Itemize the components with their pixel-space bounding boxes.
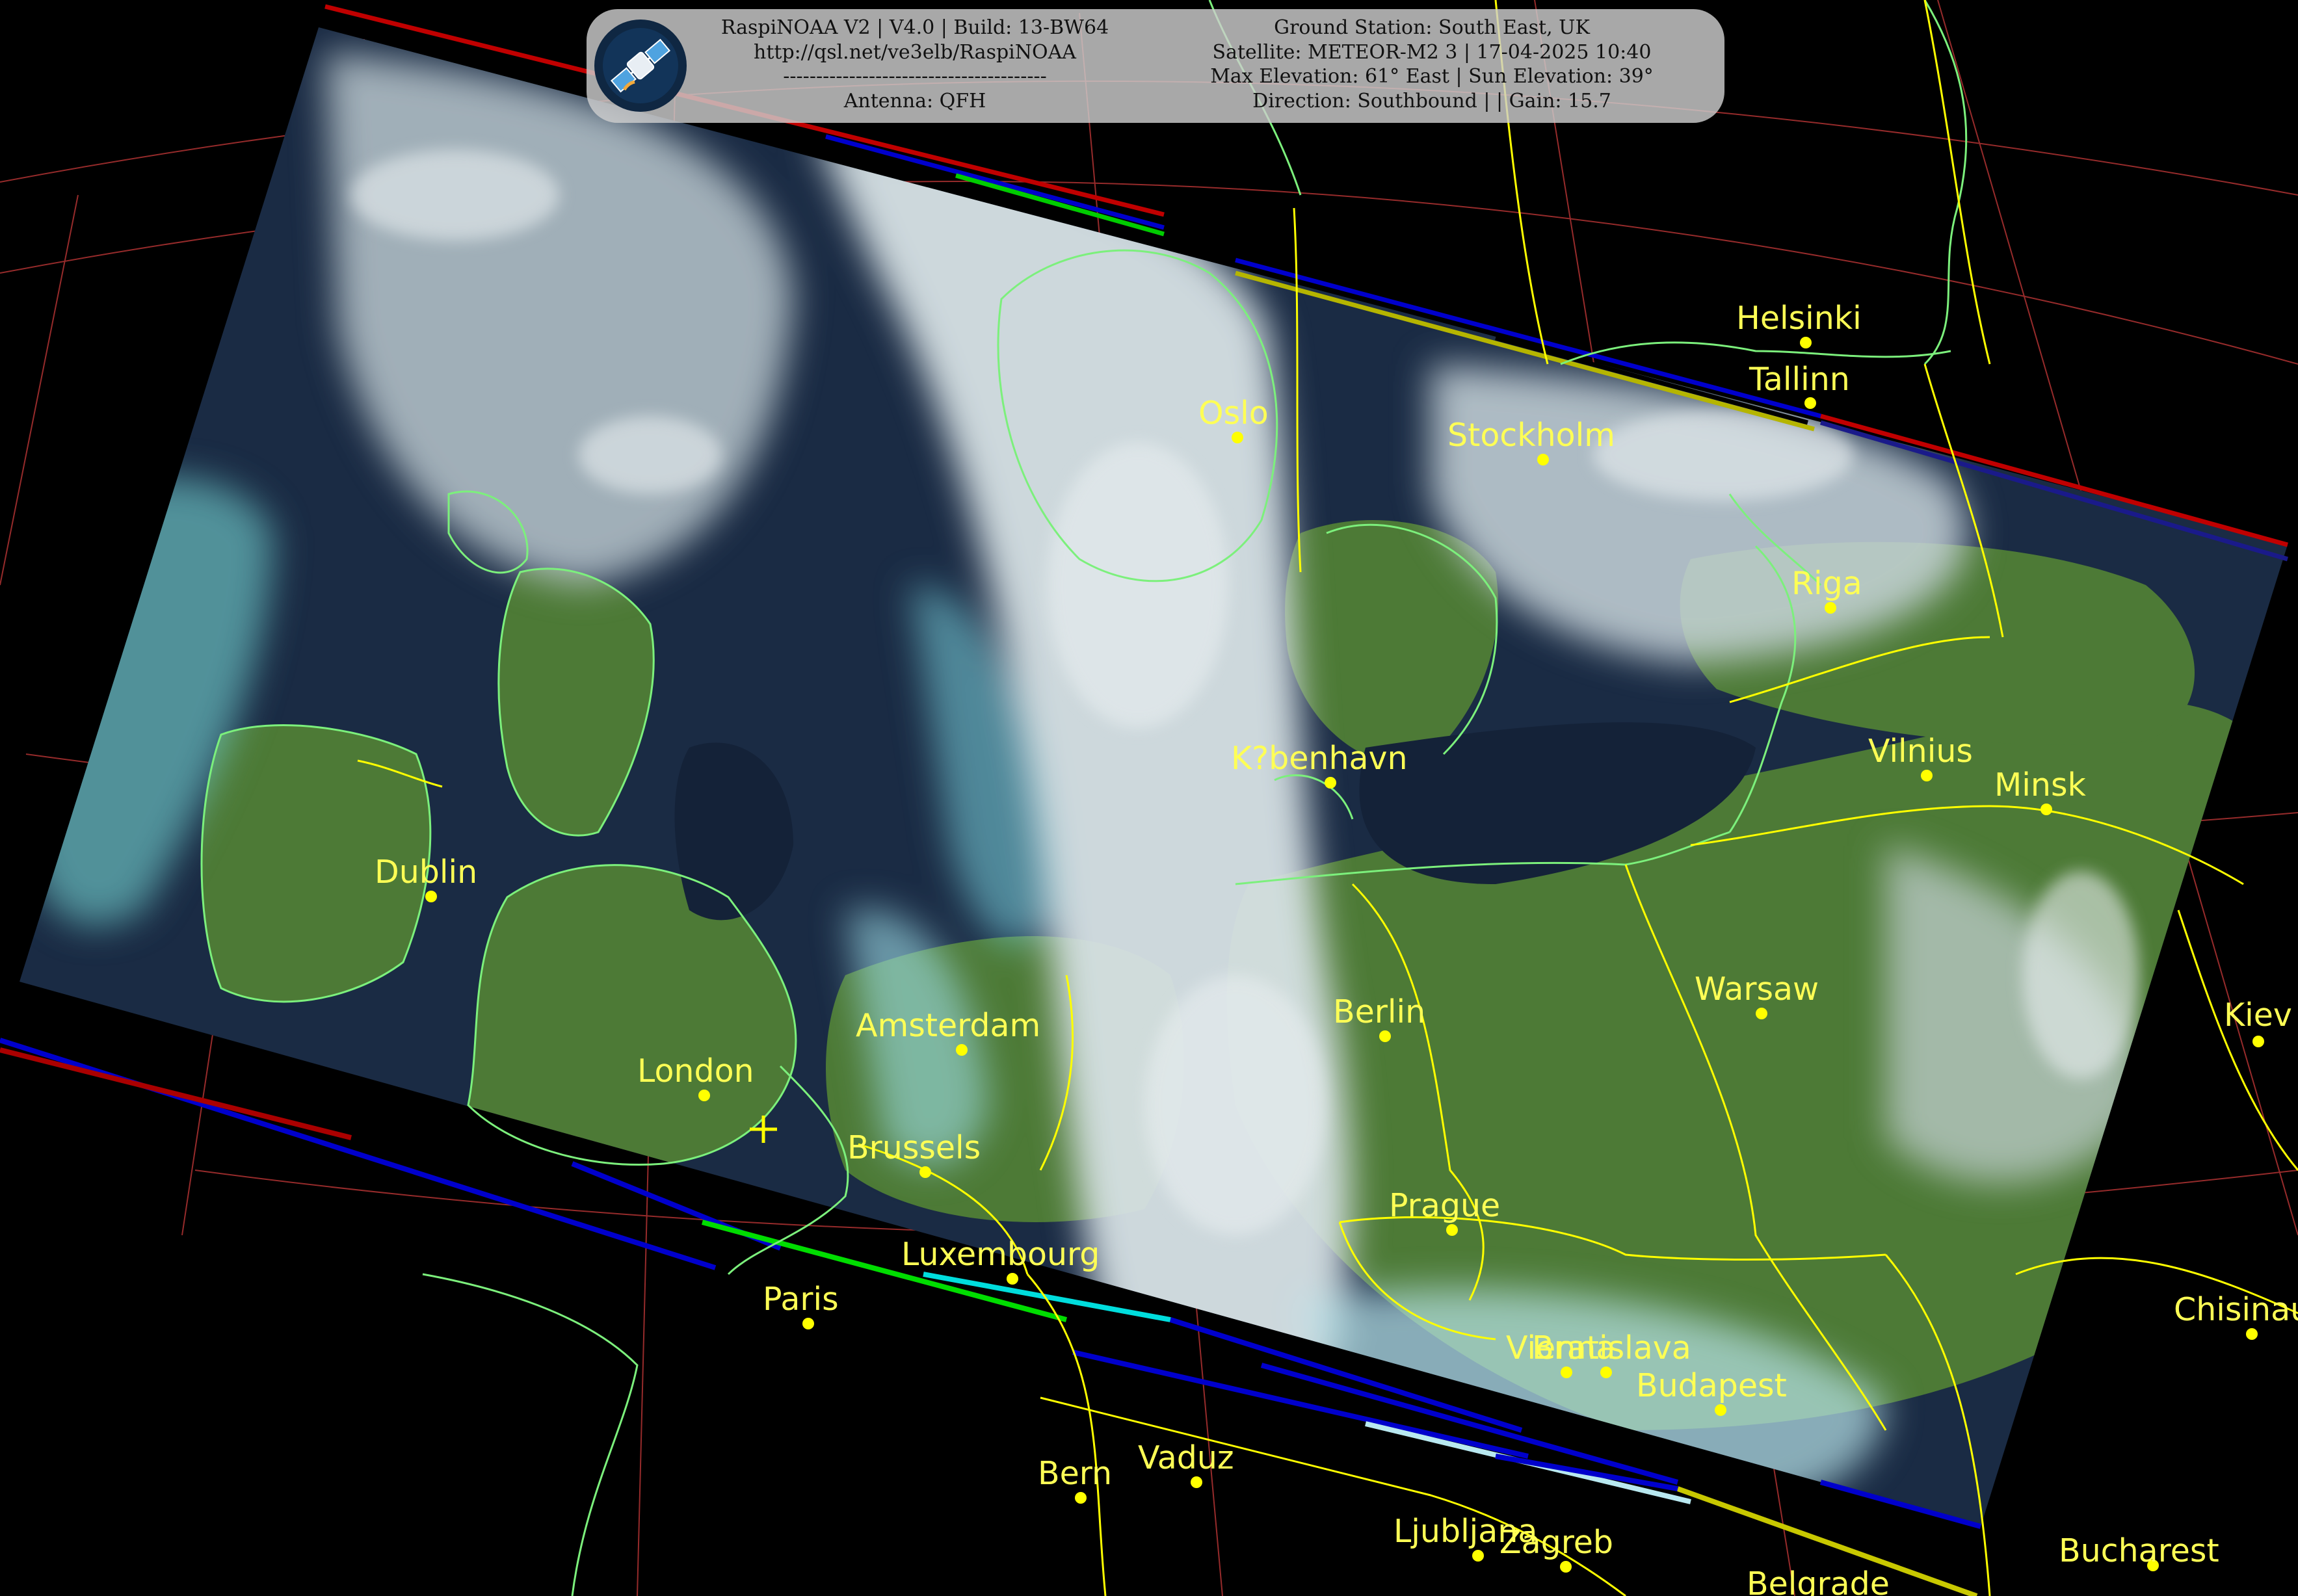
city-label: Helsinki [1736,300,1862,337]
city-dot-icon [919,1166,931,1178]
city-dot-icon [1007,1273,1018,1285]
app-url: http://qsl.net/ve3elb/RaspiNOAA [754,40,1076,64]
city-label: Stockholm [1447,417,1615,454]
separator-line: ---------------------------------------- [783,65,1047,88]
city-label: Budapest [1636,1367,1787,1404]
pass-details-column: Ground Station: South East, UK Satellite… [1152,16,1711,113]
city-dot-icon [1379,1030,1391,1042]
city-label: Vilnius [1868,733,1973,770]
city-label: K?benhavn [1231,740,1408,777]
city-dot-icon [1756,1008,1767,1019]
city-label: Bratislava [1532,1329,1691,1367]
city-dot-icon [2246,1328,2258,1340]
city-dot-icon [1804,397,1816,409]
city-helsinki: Helsinki [1736,300,1862,348]
app-version: RaspiNOAA V2 | V4.0 | Build: 13-BW64 [720,16,1109,39]
ground-station-info: Ground Station: South East, UK [1274,16,1590,39]
city-label: Riga [1791,565,1862,602]
city-dot-icon [956,1044,968,1056]
city-label: Kiev [2224,997,2292,1034]
city-dot-icon [1075,1492,1087,1504]
city-dot-icon [1325,777,1336,789]
city-label: Tallinn [1749,361,1850,398]
city-label: Oslo [1198,395,1269,432]
city-dot-icon [1600,1367,1612,1378]
city-label: Belgrade [1747,1565,1890,1596]
elevation-info: Max Elevation: 61° East | Sun Elevation:… [1210,65,1654,88]
city-dot-icon [1472,1550,1484,1562]
city-label: Vaduz [1138,1439,1234,1476]
city-label: Bern [1038,1455,1112,1492]
city-dot-icon [1561,1367,1572,1378]
city-label: Chisinau [2174,1291,2298,1328]
city-dot-icon [1800,337,1812,348]
city-bucharest: Bucharest [2059,1532,2219,1571]
satellite-icon [594,20,687,112]
city-dot-icon [1560,1561,1572,1573]
city-dot-icon [1825,602,1836,614]
city-dot-icon [1446,1224,1458,1236]
antenna-info: Antenna: QFH [843,89,986,112]
city-chisinau: Chisinau [2174,1291,2298,1340]
city-kiev: Kiev [2224,997,2292,1047]
city-belgrade: Belgrade [1747,1565,1890,1596]
city-label: Warsaw [1695,971,1819,1008]
app-info-column: RaspiNOAA V2 | V4.0 | Build: 13-BW64 htt… [691,16,1139,113]
city-label: Dublin [375,854,477,891]
city-label: Luxembourg [901,1236,1100,1273]
city-label: Brussels [847,1129,981,1166]
satellite-info: Satellite: METEOR-M2 3 | 17-04-2025 10:4… [1212,40,1652,64]
city-dot-icon [1921,770,1933,781]
city-label: London [637,1053,754,1090]
city-dot-icon [2252,1036,2264,1047]
city-paris: Paris [763,1281,839,1329]
city-label: Prague [1389,1187,1500,1224]
city-label: Zagreb [1499,1524,1613,1561]
city-dot-icon [1537,454,1549,465]
city-dot-icon [1232,432,1243,443]
city-dot-icon [2040,804,2052,815]
satellite-map: Helsinki Tallinn Oslo Stockholm Riga Vil… [0,0,2298,1596]
city-dot-icon [698,1090,710,1101]
city-bern: Bern [1038,1455,1112,1504]
direction-gain-info: Direction: Southbound | | Gain: 15.7 [1252,89,1611,112]
city-vaduz: Vaduz [1138,1439,1234,1488]
city-label: Amsterdam [856,1007,1040,1044]
city-dot-icon [1715,1404,1726,1416]
city-dot-icon [1191,1476,1202,1488]
city-zagreb: Zagreb [1499,1524,1613,1573]
city-label: Berlin [1333,993,1425,1030]
city-label: Paris [763,1281,839,1318]
city-dot-icon [425,891,437,902]
city-label: Bucharest [2059,1532,2219,1569]
city-dot-icon [802,1318,814,1329]
map-canvas: Helsinki Tallinn Oslo Stockholm Riga Vil… [0,0,2298,1596]
city-label: Minsk [1994,766,2086,804]
pass-info-panel: RaspiNOAA V2 | V4.0 | Build: 13-BW64 htt… [587,9,1724,123]
